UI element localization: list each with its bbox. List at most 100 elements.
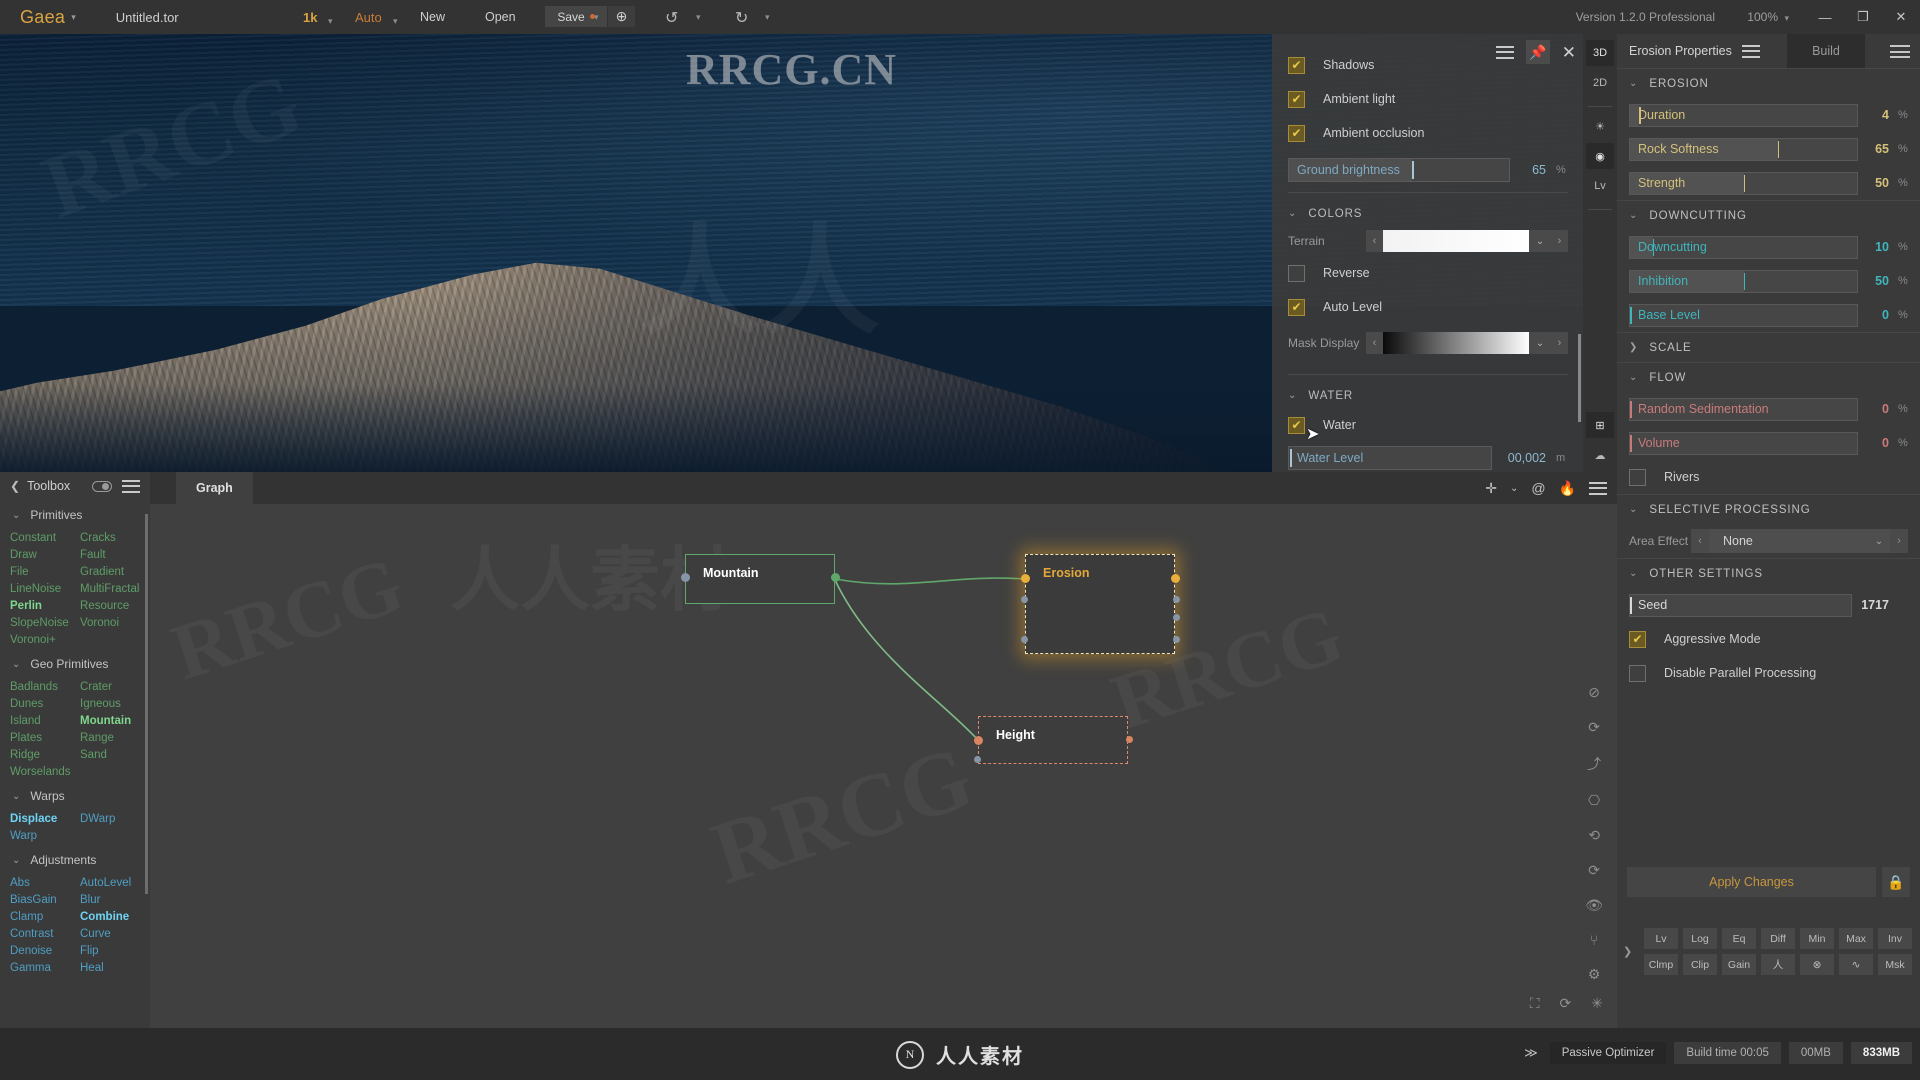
properties-section-erosion[interactable]: ⌄ EROSION — [1617, 68, 1920, 98]
view-mode-3d-button[interactable]: 3D — [1586, 40, 1614, 66]
mask-display-dropdown[interactable]: ‹ ⌄ › — [1366, 332, 1568, 354]
properties-section-downcutting[interactable]: ⌄ DOWNCUTTING — [1617, 200, 1920, 230]
toolbox-menu-icon[interactable] — [122, 479, 140, 493]
slider-inhibition[interactable]: Inhibition — [1629, 269, 1858, 293]
toolbox-item-dwarp[interactable]: DWarp — [76, 811, 146, 828]
open-button[interactable]: Open — [485, 10, 516, 24]
node-mountain[interactable]: Mountain — [680, 554, 840, 604]
keypad-button-eq[interactable]: Eq — [1722, 928, 1756, 949]
toolbox-item-igneous[interactable]: Igneous — [76, 696, 146, 713]
node-input-port-aux[interactable] — [1020, 636, 1028, 643]
toolbox-scrollbar[interactable] — [145, 514, 148, 894]
node-output-port[interactable] — [830, 573, 840, 582]
fast-forward-icon[interactable]: ≫ — [1524, 1045, 1538, 1061]
branch-icon[interactable]: ⑂ — [1590, 932, 1598, 948]
checkbox-row-reverse[interactable]: Reverse — [1288, 256, 1568, 290]
toolbox-item-blur[interactable]: Blur — [76, 892, 146, 909]
overlay-menu-icon[interactable] — [1495, 45, 1514, 59]
toolbox-item-clamp[interactable]: Clamp — [6, 909, 76, 926]
node-output-port[interactable] — [1125, 736, 1133, 743]
toolbox-item-abs[interactable]: Abs — [6, 875, 76, 892]
toolbox-item-crater[interactable]: Crater — [76, 679, 146, 696]
property-row-inhibition[interactable]: Inhibition 50% — [1617, 264, 1920, 298]
slider-duration[interactable]: Duration — [1629, 103, 1858, 127]
toolbox-group-header[interactable]: ⌄ Primitives — [0, 500, 150, 530]
toolbox-item-constant[interactable]: Constant — [6, 530, 76, 547]
slider-rock-softness[interactable]: Rock Softness — [1629, 137, 1858, 161]
chevron-down-icon[interactable]: ⌄ — [1510, 483, 1518, 494]
app-logo[interactable]: Gaea — [20, 7, 65, 28]
toolbox-group-header[interactable]: ⌄ Warps — [0, 781, 150, 811]
keypad-button-inv[interactable]: Inv — [1878, 928, 1912, 949]
terrain-color-row[interactable]: Terrain ‹ ⌄ › — [1288, 226, 1568, 256]
lighting-icon[interactable]: ◉ — [1586, 143, 1614, 169]
chevron-down-icon[interactable]: ⌄ — [1288, 390, 1296, 401]
next-gradient-icon[interactable]: › — [1551, 230, 1568, 252]
level-button[interactable]: Lv — [1586, 173, 1614, 199]
checkbox[interactable] — [1629, 630, 1646, 648]
checkbox-row-aggressive-mode[interactable]: Aggressive Mode — [1617, 622, 1920, 656]
chevron-down-icon[interactable]: ⌄ — [1529, 230, 1551, 252]
toolbox-item-range[interactable]: Range — [76, 730, 146, 747]
optimizer-chip[interactable]: Passive Optimizer — [1549, 1042, 1667, 1064]
checkbox-row-ambient-occlusion[interactable]: Ambient occlusion — [1288, 116, 1568, 150]
toolbox-item-curve[interactable]: Curve — [76, 926, 146, 943]
node-output-port-3[interactable] — [1172, 614, 1180, 621]
app-menu-chevron-icon[interactable]: ▾ — [71, 12, 76, 23]
node-input-port-primary[interactable] — [1020, 574, 1030, 583]
cloud-icon[interactable]: ☁ — [1586, 442, 1614, 468]
checkbox-row-disable-parallel-processing[interactable]: Disable Parallel Processing — [1617, 656, 1920, 690]
build-mode-selector[interactable]: Auto — [355, 10, 382, 25]
add-button[interactable]: ⊕ — [608, 6, 635, 27]
maximize-button[interactable]: ❐ — [1844, 0, 1882, 34]
toolbox-item-heal[interactable]: Heal — [76, 960, 146, 977]
toolbox-item-perlin[interactable]: Perlin — [6, 598, 76, 615]
toolbox-item-mountain[interactable]: Mountain — [76, 713, 146, 730]
toolbox-item-sand[interactable]: Sand — [76, 747, 146, 764]
slider-downcutting[interactable]: Downcutting — [1629, 235, 1858, 259]
property-row-seed[interactable]: Seed 1717 — [1617, 588, 1920, 622]
next-mask-icon[interactable]: › — [1551, 332, 1568, 354]
toolbox-item-warp[interactable]: Warp — [6, 828, 76, 845]
toolbox-item-voronoi-[interactable]: Voronoi+ — [6, 632, 76, 649]
checkbox-row-water[interactable]: Water ➤ — [1288, 408, 1568, 443]
view-mode-2d-button[interactable]: 2D — [1586, 70, 1614, 96]
water-level-row[interactable]: Water Level 00,002 m — [1288, 442, 1568, 474]
toolbox-item-draw[interactable]: Draw — [6, 547, 76, 564]
dropdown-value[interactable]: None — [1709, 529, 1868, 553]
keypad-button-clip[interactable]: Clip — [1683, 954, 1717, 975]
ambient-occlusion-checkbox[interactable] — [1288, 124, 1305, 142]
toolbox-item-denoise[interactable]: Denoise — [6, 943, 76, 960]
fit-view-icon[interactable]: ⛶ — [1530, 995, 1540, 1012]
chevron-down-icon[interactable]: ⌄ — [1629, 210, 1637, 221]
slider-volume[interactable]: Volume — [1629, 431, 1858, 455]
undo-chevron-icon[interactable]: ▾ — [696, 12, 701, 23]
bypass-icon[interactable]: ⎔ — [1588, 792, 1600, 809]
toolbox-item-file[interactable]: File — [6, 564, 76, 581]
toolbox-item-contrast[interactable]: Contrast — [6, 926, 76, 943]
keypad-button-msk[interactable]: Msk — [1878, 954, 1912, 975]
close-overlay-icon[interactable]: ✕ — [1562, 44, 1576, 61]
expand-keypad-icon[interactable]: ❯ — [1623, 945, 1632, 958]
toolbox-item-flip[interactable]: Flip — [76, 943, 146, 960]
properties-section-scale[interactable]: ❯ SCALE — [1617, 332, 1920, 362]
dropdown-row-area-effect[interactable]: Area Effect ‹ None ⌄ › — [1617, 524, 1920, 558]
flame-icon[interactable]: 🔥 — [1559, 480, 1576, 497]
ui-zoom-chevron-icon[interactable]: ▾ — [1784, 13, 1789, 24]
grid-icon[interactable]: ⊞ — [1586, 412, 1614, 438]
toolbox-item-slopenoise[interactable]: SlopeNoise — [6, 615, 76, 632]
next-option-icon[interactable]: › — [1890, 529, 1908, 553]
toolbox-item-dunes[interactable]: Dunes — [6, 696, 76, 713]
mask-display-row[interactable]: Mask Display ‹ ⌄ › — [1288, 328, 1568, 358]
toolbox-item-resource[interactable]: Resource — [76, 598, 146, 615]
minimize-button[interactable]: — — [1806, 0, 1844, 34]
property-row-downcutting[interactable]: Downcutting 10% — [1617, 230, 1920, 264]
checkbox[interactable] — [1629, 468, 1646, 486]
keypad-button-clmp[interactable]: Clmp — [1644, 954, 1678, 975]
undo-icon[interactable]: ↺ — [665, 8, 678, 28]
export-icon[interactable]: ⤴ — [1587, 754, 1601, 774]
toolbox-item-gradient[interactable]: Gradient — [76, 564, 146, 581]
checkbox-row-rivers[interactable]: Rivers — [1617, 460, 1920, 494]
build-mode-chevron-icon[interactable]: ▾ — [393, 16, 398, 27]
toolbox-item-multifractal[interactable]: MultiFractal — [76, 581, 146, 598]
